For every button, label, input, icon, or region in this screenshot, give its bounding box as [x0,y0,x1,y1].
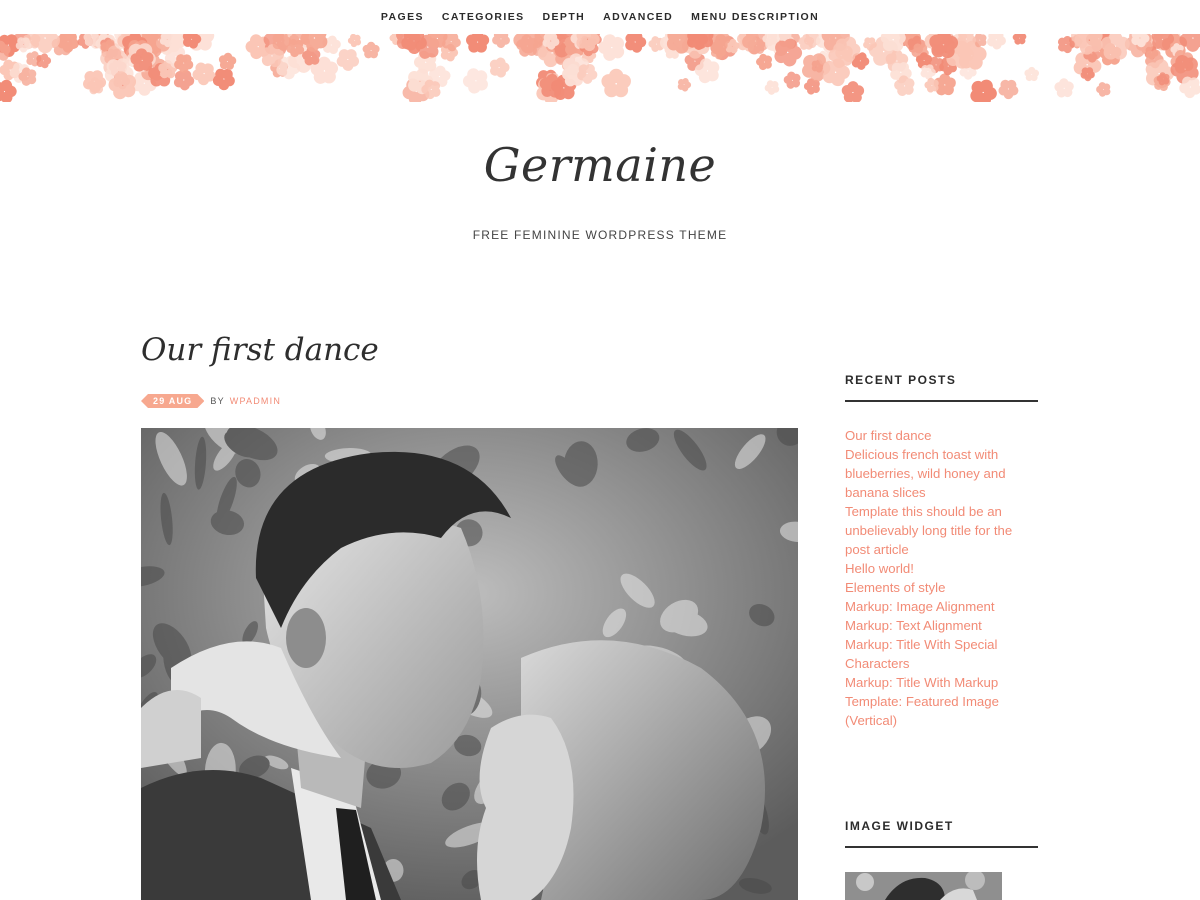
post-by-label: BY [210,396,225,406]
nav-item-categories[interactable]: CATEGORIES [433,11,534,23]
nav-item-depth[interactable]: DEPTH [534,11,595,23]
image-widget-thumbnail[interactable] [845,872,1002,900]
recent-posts-list: Our first dance Delicious french toast w… [845,426,1020,730]
post-meta: 29 AUG BY WPADMIN [141,393,281,409]
recent-post-link[interactable]: Markup: Title With Markup [845,673,1020,692]
thumbnail-photo [845,872,1002,900]
nav-item-menu-description[interactable]: MENU DESCRIPTION [682,11,828,23]
site-title[interactable]: Germaine [0,138,1200,192]
recent-post-link[interactable]: Template this should be an unbelievably … [845,502,1020,559]
recent-post-link[interactable]: Delicious french toast with blueberries,… [845,445,1020,502]
post-author-link[interactable]: WPADMIN [230,396,281,406]
image-widget-title: IMAGE WIDGET [845,819,1038,848]
nav-item-pages[interactable]: PAGES [372,11,433,23]
site-tagline: FREE FEMININE WORDPRESS THEME [472,228,728,242]
post-title[interactable]: Our first dance [141,332,379,368]
floral-border-decoration [0,34,1200,102]
recent-post-link[interactable]: Template: Featured Image (Vertical) [845,692,1020,730]
recent-post-link[interactable]: Markup: Text Alignment [845,616,1020,635]
recent-post-link[interactable]: Markup: Title With Special Characters [845,635,1020,673]
recent-post-link[interactable]: Hello world! [845,559,1020,578]
main-navigation: PAGES CATEGORIES DEPTH ADVANCED MENU DES… [0,0,1200,34]
nav-item-advanced[interactable]: ADVANCED [594,11,682,23]
recent-post-link[interactable]: Our first dance [845,426,1020,445]
post-date-badge: 29 AUG [141,394,204,408]
recent-post-link[interactable]: Markup: Image Alignment [845,597,1020,616]
featured-image[interactable] [141,428,798,900]
recent-posts-widget-title: RECENT POSTS [845,373,1038,402]
recent-post-link[interactable]: Elements of style [845,578,1020,597]
featured-photo [141,428,798,900]
